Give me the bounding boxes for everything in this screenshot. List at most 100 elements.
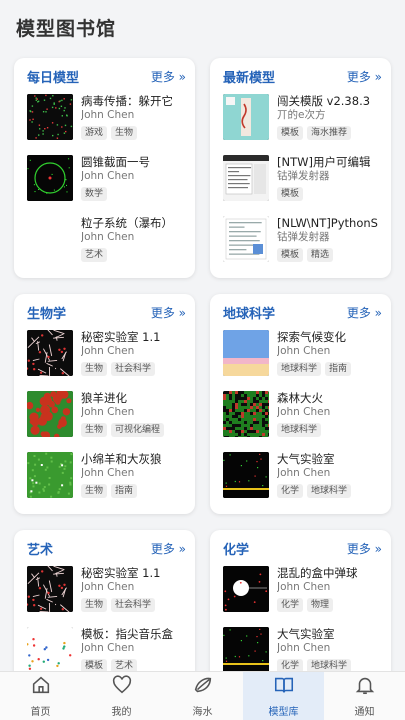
model-name: 病毒传播：躲开它 <box>81 94 173 108</box>
tab-heart[interactable]: 我的 <box>81 672 162 720</box>
tab-shell[interactable]: 海水 <box>162 672 243 720</box>
model-thumbnail <box>223 155 269 201</box>
model-item[interactable]: 粒子系统（瀑布） John Chen 艺术 <box>27 216 186 263</box>
more-link[interactable]: 更多 » <box>151 304 186 321</box>
model-author: John Chen <box>81 231 135 243</box>
tab-label: 我的 <box>111 707 132 718</box>
model-tag[interactable]: 指南 <box>111 484 138 498</box>
model-tags: 生物 社会科学 <box>81 362 186 376</box>
model-tag[interactable]: 艺术 <box>81 248 108 262</box>
model-author: John Chen <box>277 406 331 418</box>
model-grid: 每日模型 更多 » 病毒传播：躲开它 John Chen 游戏 生物 圆锥截面一号 John … <box>14 58 391 720</box>
heart-icon <box>111 674 133 700</box>
model-name: 秘密实验室 1.1 <box>81 566 161 580</box>
section-title: 最新模型 <box>223 70 276 86</box>
model-tag[interactable]: 模板 <box>277 248 304 262</box>
model-name: 大气实验室 <box>277 627 335 641</box>
section-title: 化学 <box>223 542 250 558</box>
model-author: John Chen <box>277 467 331 479</box>
model-info: 大气实验室 John Chen 化学 地球科学 <box>277 627 382 674</box>
more-link[interactable]: 更多 » <box>347 68 382 85</box>
section-title: 地球科学 <box>223 306 276 322</box>
model-item[interactable]: 病毒传播：躲开它 John Chen 游戏 生物 <box>27 94 186 141</box>
model-thumbnail <box>223 452 269 498</box>
section-header: 生物学 更多 » <box>27 302 186 322</box>
model-item[interactable]: 小绵羊和大灰狼 John Chen 生物 指南 <box>27 452 186 499</box>
tab-book[interactable]: 模型库 <box>243 672 324 720</box>
model-thumbnail <box>27 330 73 376</box>
model-thumbnail <box>223 627 269 673</box>
model-name: 小绵羊和大灰狼 <box>81 452 162 466</box>
model-tag[interactable]: 海水推荐 <box>307 126 352 140</box>
model-name: 秘密实验室 1.1 <box>81 330 161 344</box>
model-info: 探索气候变化 John Chen 地球科学 指南 <box>277 330 382 377</box>
model-tag[interactable]: 地球科学 <box>307 484 352 498</box>
model-info: 模板：指尖音乐盒 John Chen 模板 艺术 <box>81 627 186 674</box>
section-header: 地球科学 更多 » <box>223 302 382 322</box>
model-tags: 生物 社会科学 <box>81 598 186 612</box>
model-item[interactable]: 森林大火 John Chen 地球科学 <box>223 391 382 438</box>
section-title: 艺术 <box>27 542 54 558</box>
model-tags: 模板 海水推荐 <box>277 126 382 140</box>
shell-icon <box>192 674 214 700</box>
model-author: John Chen <box>81 467 135 479</box>
more-link[interactable]: 更多 » <box>347 540 382 557</box>
tab-home[interactable]: 首页 <box>0 672 81 720</box>
model-name: 圆锥截面一号 <box>81 155 150 169</box>
model-thumbnail <box>27 216 73 262</box>
model-thumbnail <box>27 627 73 673</box>
model-author: John Chen <box>81 406 135 418</box>
model-tags: 游戏 生物 <box>81 126 186 140</box>
model-item[interactable]: 狼羊进化 John Chen 生物 可视化编程 <box>27 391 186 438</box>
model-info: 秘密实验室 1.1 John Chen 生物 社会科学 <box>81 566 186 613</box>
model-tag[interactable]: 地球科学 <box>277 423 322 437</box>
more-link[interactable]: 更多 » <box>151 540 186 557</box>
model-tag[interactable]: 指南 <box>325 362 352 376</box>
model-info: [NLW\NT]PythonS 钴弹发射器 模板 精选 <box>277 216 382 263</box>
model-tag[interactable]: 游戏 <box>81 126 108 140</box>
model-info: 病毒传播：躲开它 John Chen 游戏 生物 <box>81 94 186 141</box>
section-header: 化学 更多 » <box>223 538 382 558</box>
model-item[interactable]: 圆锥截面一号 John Chen 数学 <box>27 155 186 202</box>
model-tag[interactable]: 生物 <box>81 362 108 376</box>
model-item[interactable]: 模板：指尖音乐盒 John Chen 模板 艺术 <box>27 627 186 674</box>
model-item[interactable]: 混乱的盒中弹球 John Chen 化学 物理 <box>223 566 382 613</box>
model-tag[interactable]: 社会科学 <box>111 362 156 376</box>
tab-label: 海水 <box>192 707 213 718</box>
model-item[interactable]: [NLW\NT]PythonS 钴弹发射器 模板 精选 <box>223 216 382 263</box>
model-name: 闯关模版 v2.38.3 <box>277 94 371 108</box>
model-tag[interactable]: 精选 <box>307 248 334 262</box>
model-tag[interactable]: 物理 <box>307 598 334 612</box>
model-tag[interactable]: 生物 <box>111 126 138 140</box>
model-tag[interactable]: 数学 <box>81 187 108 201</box>
model-tags: 生物 指南 <box>81 484 186 498</box>
model-tag[interactable]: 可视化编程 <box>111 423 165 437</box>
more-link[interactable]: 更多 » <box>151 68 186 85</box>
more-link[interactable]: 更多 » <box>347 304 382 321</box>
model-tag[interactable]: 生物 <box>81 484 108 498</box>
model-item[interactable]: 秘密实验室 1.1 John Chen 生物 社会科学 <box>27 566 186 613</box>
model-tags: 地球科学 指南 <box>277 362 382 376</box>
model-item[interactable]: 大气实验室 John Chen 化学 地球科学 <box>223 452 382 499</box>
home-icon <box>30 674 52 700</box>
section-header: 最新模型 更多 » <box>223 66 382 86</box>
model-tag[interactable]: 地球科学 <box>277 362 322 376</box>
model-item[interactable]: [NTW]用户可编辑 钴弹发射器 模板 <box>223 155 382 202</box>
model-tag[interactable]: 模板 <box>277 126 304 140</box>
model-tag[interactable]: 模板 <box>277 187 304 201</box>
model-tag[interactable]: 化学 <box>277 598 304 612</box>
model-tag[interactable]: 化学 <box>277 484 304 498</box>
tab-label: 通知 <box>354 707 375 718</box>
model-tag[interactable]: 社会科学 <box>111 598 156 612</box>
model-item[interactable]: 闯关模版 v2.38.3 丌的e次方 模板 海水推荐 <box>223 94 382 141</box>
model-tags: 模板 精选 <box>277 248 382 262</box>
model-item[interactable]: 大气实验室 John Chen 化学 地球科学 <box>223 627 382 674</box>
model-item[interactable]: 探索气候变化 John Chen 地球科学 指南 <box>223 330 382 377</box>
model-tag[interactable]: 生物 <box>81 598 108 612</box>
model-tag[interactable]: 生物 <box>81 423 108 437</box>
bell-icon <box>354 674 376 700</box>
tab-bell[interactable]: 通知 <box>324 672 405 720</box>
model-author: John Chen <box>81 642 135 654</box>
model-info: 森林大火 John Chen 地球科学 <box>277 391 382 438</box>
model-item[interactable]: 秘密实验室 1.1 John Chen 生物 社会科学 <box>27 330 186 377</box>
